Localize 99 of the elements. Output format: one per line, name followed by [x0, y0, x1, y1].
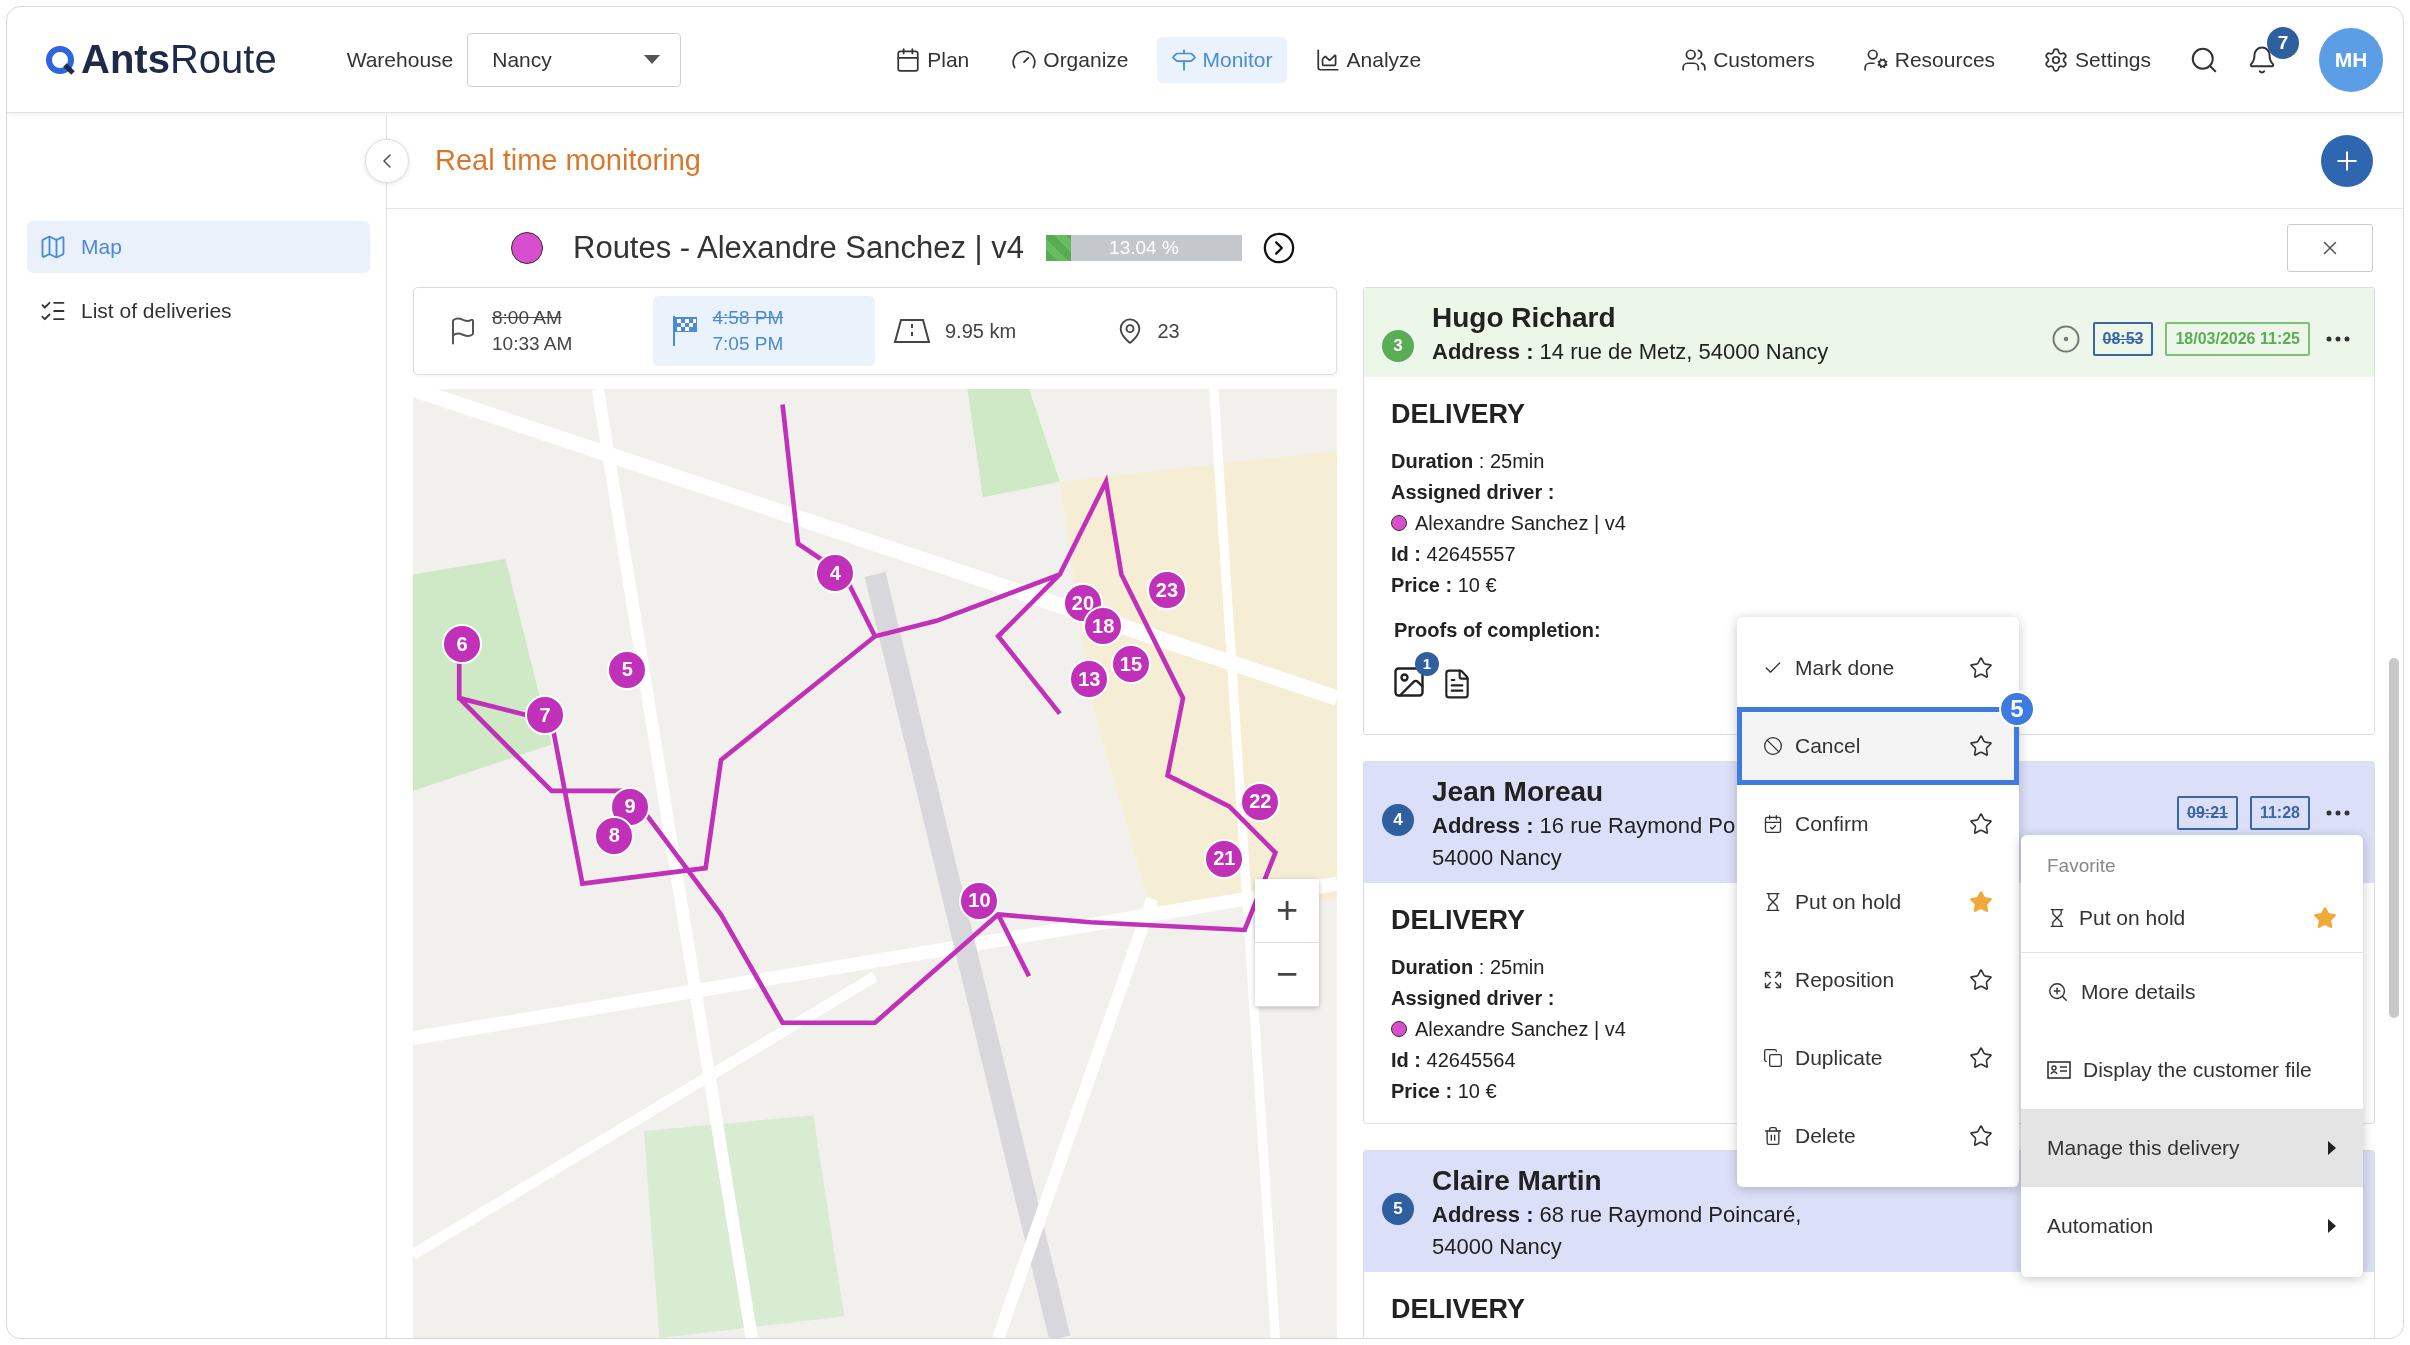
step-badge: 5 [1999, 691, 2035, 727]
menu-item[interactable]: Display the customer file [2021, 1031, 2363, 1109]
planned-time: 4:58 PM [712, 307, 784, 329]
ban-icon [1763, 736, 1783, 756]
notifications-button[interactable]: 7 [2243, 26, 2299, 79]
trash-icon [1763, 1126, 1783, 1146]
delivery-type: DELIVERY [1391, 1293, 1526, 1325]
nav-tab[interactable]: Organize [997, 36, 1143, 83]
nav-link[interactable]: Settings [2029, 36, 2165, 83]
zoom-icon [2047, 981, 2069, 1003]
add-button[interactable] [2321, 134, 2373, 187]
menu-item[interactable]: Duplicate [1737, 1019, 2019, 1097]
delivery-type: DELIVERY [1391, 398, 1526, 430]
zoom-in-button[interactable]: + [1255, 879, 1319, 943]
stop-number: 5 [1382, 1192, 1414, 1225]
calendar-icon [895, 46, 922, 73]
menu-item[interactable]: Put on hold [1737, 863, 2019, 941]
star-icon[interactable] [1969, 968, 1993, 992]
checkered-flag-icon [670, 314, 699, 348]
notification-count: 7 [2267, 26, 2299, 59]
menu-item[interactable]: Confirm [1737, 785, 2019, 863]
menu-item[interactable]: More details [2021, 953, 2363, 1031]
sidebar-item[interactable]: List of deliveries [27, 285, 370, 337]
id-card-icon [2047, 1060, 2071, 1080]
expand-icon [1763, 970, 1783, 990]
customer-name: Claire Martin [1432, 1164, 1602, 1197]
logo-text: AntsRoute [81, 37, 277, 82]
star-icon[interactable] [1969, 656, 1993, 680]
warehouse-label: Warehouse [346, 47, 454, 72]
address-text: Address : 16 rue Raymond Po [1432, 811, 1736, 840]
summary-value: 9.95 km [945, 319, 1017, 343]
detail-line: Id : 42645564 [1391, 1048, 1516, 1072]
actual-time: 10:33 AM [492, 333, 573, 355]
warehouse-select[interactable]: Nancy [467, 32, 682, 87]
map-icon [39, 233, 67, 261]
settings-icon [2043, 46, 2070, 73]
menu-heading: Favorite [2046, 854, 2117, 878]
star-icon[interactable] [1969, 890, 1993, 914]
star-icon[interactable] [1969, 1124, 1993, 1148]
route-title: Routes - Alexandre Sanchez | v4 [573, 230, 1024, 266]
ellipsis-icon [2326, 809, 2350, 816]
time-badge: 18/03/2026 11:25 [2165, 322, 2310, 356]
caret-icon [644, 54, 661, 65]
detail-line: Duration : 25min [1391, 955, 1545, 979]
detail-line: Price : 10 € [1391, 573, 1497, 597]
ellipsis-icon [2326, 336, 2350, 342]
nav-link[interactable]: Customers [1667, 36, 1829, 83]
chevron-right-icon [1261, 231, 1296, 265]
star-icon[interactable] [1969, 734, 1993, 758]
copy-icon [1763, 1048, 1783, 1068]
detail-line: Id : 42645557 [1391, 542, 1516, 566]
address-text: Address : 14 rue de Metz, 54000 Nancy [1432, 338, 1829, 366]
address-text: 54000 Nancy [1432, 844, 1562, 873]
detail-line: Assigned driver : [1391, 480, 1555, 504]
progress-reading: 13.04 % [1108, 236, 1180, 260]
stop-number: 3 [1382, 330, 1414, 362]
menu-item[interactable]: Reposition [1737, 941, 2019, 1019]
driver-name: Alexandre Sanchez | v4 [1415, 1017, 1626, 1041]
time-badge: 09:21 [2177, 795, 2238, 830]
menu-item[interactable]: Put on hold [2021, 883, 2363, 953]
calendar-check-icon [1763, 814, 1783, 834]
planned-time: 8:00 AM [492, 307, 563, 329]
menu-item[interactable]: Delete [1737, 1097, 2019, 1175]
user-gear-icon [1862, 46, 1889, 73]
photo-count: 1 [1415, 651, 1439, 676]
nav-link[interactable]: Resources [1848, 36, 2010, 83]
chart-icon [1314, 46, 1341, 73]
target-icon [2050, 324, 2081, 354]
driver-name: Alexandre Sanchez | v4 [1415, 511, 1626, 535]
summary-value: 23 [1157, 319, 1180, 343]
customer-name: Jean Moreau [1432, 775, 1604, 808]
time-badge: 11:28 [2249, 795, 2310, 830]
customer-name: Hugo Richard [1432, 302, 1616, 334]
stop-number: 4 [1382, 803, 1414, 836]
delivery-type: DELIVERY [1391, 904, 1526, 936]
caret-icon [2327, 1140, 2337, 1156]
detail-line: Duration : 25min [1391, 449, 1545, 473]
address-text: Address : 68 rue Raymond Poincaré, [1432, 1200, 1802, 1229]
road-icon [893, 318, 931, 344]
actual-time: 7:05 PM [712, 333, 784, 355]
bell-icon [2247, 44, 2277, 75]
people-icon [1681, 46, 1708, 73]
detail-line: Assigned driver : [1391, 986, 1555, 1010]
nav-tab[interactable]: Plan [881, 36, 984, 83]
caret-icon [2327, 1218, 2337, 1234]
proofs-label: Proofs of completion: [1394, 618, 1601, 642]
address-text: 54000 Nancy [1432, 1233, 1562, 1262]
menu-item[interactable]: Manage this delivery [2021, 1109, 2363, 1187]
star-icon[interactable] [1969, 812, 1993, 836]
page-title: Real time monitoring [435, 144, 701, 177]
zoom-out-button[interactable]: − [1255, 943, 1319, 1007]
detail-line: Price : 10 € [1391, 1079, 1497, 1103]
nav-tab[interactable]: Analyze [1300, 36, 1436, 83]
star-icon[interactable] [2313, 905, 2337, 930]
star-icon[interactable] [1969, 1046, 1993, 1070]
time-badge: 08:53 [2092, 322, 2154, 356]
logo-icon [45, 44, 75, 75]
menu-item[interactable]: Automation [2021, 1187, 2363, 1265]
scrollbar[interactable] [2389, 658, 2399, 1018]
